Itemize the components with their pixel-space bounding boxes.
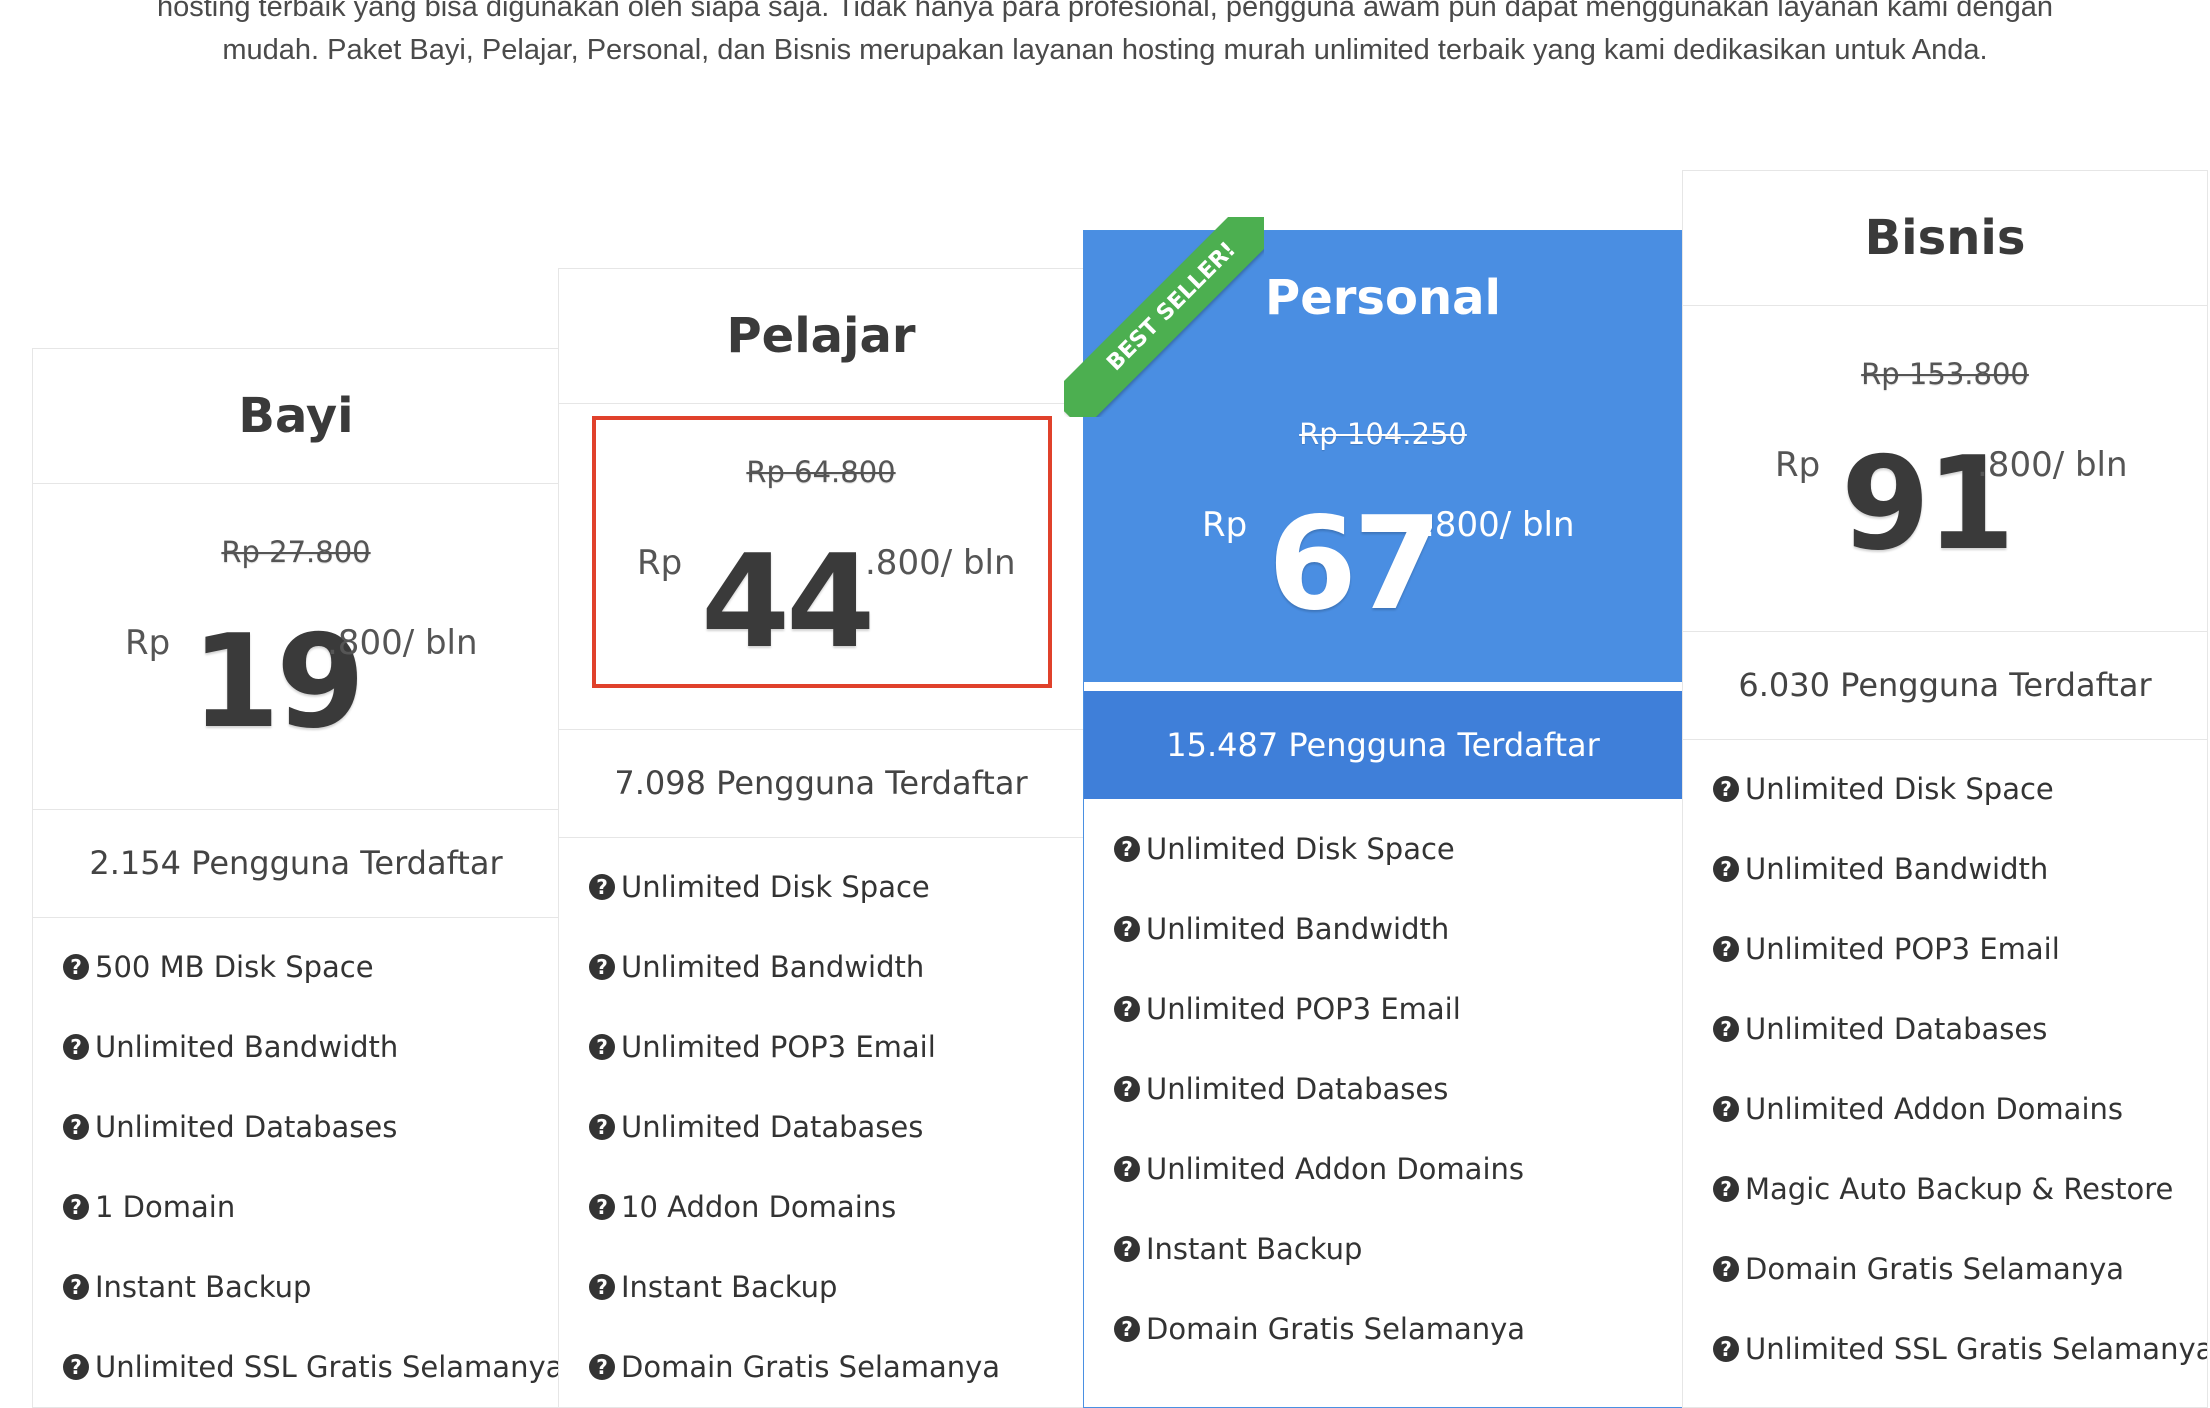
best-seller-ribbon: BEST SELLER! <box>1064 217 1264 417</box>
intro-line-2: mudah. Paket Bayi, Pelajar, Personal, da… <box>222 34 1988 66</box>
feature-item: ? Instant Backup <box>1114 1209 1672 1289</box>
question-circle-icon[interactable]: ? <box>1114 1236 1140 1262</box>
old-price: Rp 153.800 <box>1861 357 2029 391</box>
price-main: 67 <box>1268 490 1442 639</box>
feature-item: ? Unlimited Bandwidth <box>1114 889 1672 969</box>
question-circle-icon[interactable]: ? <box>1114 1316 1140 1342</box>
feature-list: ? Unlimited Disk Space ? Unlimited Bandwid… <box>1713 749 2207 1389</box>
question-circle-icon[interactable]: ? <box>63 954 89 980</box>
plan-title: Bisnis <box>1864 210 2026 266</box>
price-area: Rp 153.800 Rp 91 .800/ bln <box>1683 305 2207 632</box>
question-circle-icon[interactable]: ? <box>1713 936 1739 962</box>
ribbon-label: BEST SELLER! <box>1064 217 1264 417</box>
question-circle-icon[interactable]: ? <box>589 1274 615 1300</box>
feature-item: ? Unlimited Bandwidth <box>1713 829 2197 909</box>
feature-item: ? Unlimited Databases <box>63 1087 549 1167</box>
registered-users: 2.154 Pengguna Terdaftar <box>33 809 559 918</box>
plan-header: Pelajar <box>559 269 1083 404</box>
question-circle-icon[interactable]: ? <box>63 1114 89 1140</box>
plan-header: Bayi <box>33 349 559 484</box>
question-circle-icon[interactable]: ? <box>1713 1096 1739 1122</box>
feature-item: ? Unlimited SSL Gratis Selamanya <box>1713 1309 2207 1389</box>
question-circle-icon[interactable]: ? <box>1114 1156 1140 1182</box>
feature-item: ? 10 Addon Domains <box>589 1167 1073 1247</box>
feature-item: ? Instant Backup <box>589 1247 1073 1327</box>
old-price: Rp 27.800 <box>221 535 371 569</box>
question-circle-icon[interactable]: ? <box>1713 856 1739 882</box>
question-circle-icon[interactable]: ? <box>1713 1176 1739 1202</box>
intro-text: hosting terbaik yang bisa digunakan oleh… <box>40 0 2170 72</box>
feature-item: ? Unlimited Bandwidth <box>589 927 1073 1007</box>
feature-item: ? 500 MB Disk Space <box>63 927 549 1007</box>
question-circle-icon[interactable]: ? <box>63 1034 89 1060</box>
plan-title: Personal <box>1265 270 1501 326</box>
feature-list: ? 500 MB Disk Space ? Unlimited Bandwidth … <box>63 927 559 1407</box>
plan-card-bisnis: Bisnis Rp 153.800 Rp 91 .800/ bln 6.030 … <box>1682 170 2208 1408</box>
question-circle-icon[interactable]: ? <box>1114 996 1140 1022</box>
feature-item: ? Domain Gratis Selamanya <box>1114 1289 1672 1369</box>
feature-item: ? Unlimited Disk Space <box>1114 809 1672 889</box>
plan-card-bayi: Bayi Rp 27.800 Rp 19 .800/ bln 2.154 Pen… <box>32 348 560 1408</box>
feature-item: ? Unlimited Addon Domains <box>1114 1129 1672 1209</box>
question-circle-icon[interactable]: ? <box>1713 776 1739 802</box>
plan-title: Pelajar <box>726 308 916 364</box>
question-circle-icon[interactable]: ? <box>63 1194 89 1220</box>
feature-item: ? Domain Gratis Selamanya <box>1713 1229 2197 1309</box>
question-circle-icon[interactable]: ? <box>589 1034 615 1060</box>
question-circle-icon[interactable]: ? <box>1713 1336 1739 1362</box>
feature-item: ? Unlimited POP3 Email <box>589 1007 1073 1087</box>
plan-header: Bisnis <box>1683 171 2207 306</box>
feature-item: ? Unlimited Disk Space <box>589 847 1073 927</box>
question-circle-icon[interactable]: ? <box>589 874 615 900</box>
feature-item: ? Magic Auto Backup & Restore <box>1713 1149 2197 1229</box>
price-suffix: .800/ bln <box>327 623 478 663</box>
registered-users: 6.030 Pengguna Terdaftar <box>1683 631 2207 740</box>
feature-item: ? Unlimited POP3 Email <box>1713 909 2197 989</box>
question-circle-icon[interactable]: ? <box>63 1354 89 1380</box>
feature-item: ? Unlimited Disk Space <box>1713 749 2197 829</box>
highlight-box <box>592 416 1052 688</box>
feature-item: ? Unlimited POP3 Email <box>1114 969 1672 1049</box>
question-circle-icon[interactable]: ? <box>589 1194 615 1220</box>
currency-label: Rp <box>125 623 171 663</box>
price-area: Rp 27.800 Rp 19 .800/ bln <box>33 483 559 810</box>
feature-item: ? Instant Backup <box>63 1247 549 1327</box>
question-circle-icon[interactable]: ? <box>1713 1256 1739 1282</box>
registered-users: 7.098 Pengguna Terdaftar <box>559 729 1083 838</box>
question-circle-icon[interactable]: ? <box>63 1274 89 1300</box>
question-circle-icon[interactable]: ? <box>1114 1076 1140 1102</box>
price-suffix: .800/ bln <box>1977 445 2128 485</box>
intro-line-1: hosting terbaik yang bisa digunakan oleh… <box>156 0 2054 23</box>
currency-label: Rp <box>1775 445 1821 485</box>
feature-item: ? Unlimited Bandwidth <box>63 1007 549 1087</box>
feature-list: ? Unlimited Disk Space ? Unlimited Bandwid… <box>1114 809 1672 1369</box>
registered-users: 15.487 Pengguna Terdaftar <box>1084 691 1682 799</box>
feature-item: ? Unlimited Addon Domains <box>1713 1069 2197 1149</box>
feature-list: ? Unlimited Disk Space ? Unlimited Bandwid… <box>589 847 1073 1407</box>
feature-item: ? 1 Domain <box>63 1167 549 1247</box>
feature-item: ? Unlimited SSL Gratis Selamanya <box>63 1327 559 1407</box>
feature-item: ? Domain Gratis Selamanya <box>589 1327 1073 1407</box>
plan-title: Bayi <box>238 388 354 444</box>
question-circle-icon[interactable]: ? <box>589 954 615 980</box>
question-circle-icon[interactable]: ? <box>589 1114 615 1140</box>
currency-label: Rp <box>1202 505 1248 545</box>
question-circle-icon[interactable]: ? <box>1114 836 1140 862</box>
price-suffix: .800/ bln <box>1424 505 1575 545</box>
question-circle-icon[interactable]: ? <box>1713 1016 1739 1042</box>
question-circle-icon[interactable]: ? <box>589 1354 615 1380</box>
old-price: Rp 104.250 <box>1299 417 1467 451</box>
feature-item: ? Unlimited Databases <box>1713 989 2197 1069</box>
question-circle-icon[interactable]: ? <box>1114 916 1140 942</box>
feature-item: ? Unlimited Databases <box>589 1087 1073 1167</box>
feature-item: ? Unlimited Databases <box>1114 1049 1672 1129</box>
